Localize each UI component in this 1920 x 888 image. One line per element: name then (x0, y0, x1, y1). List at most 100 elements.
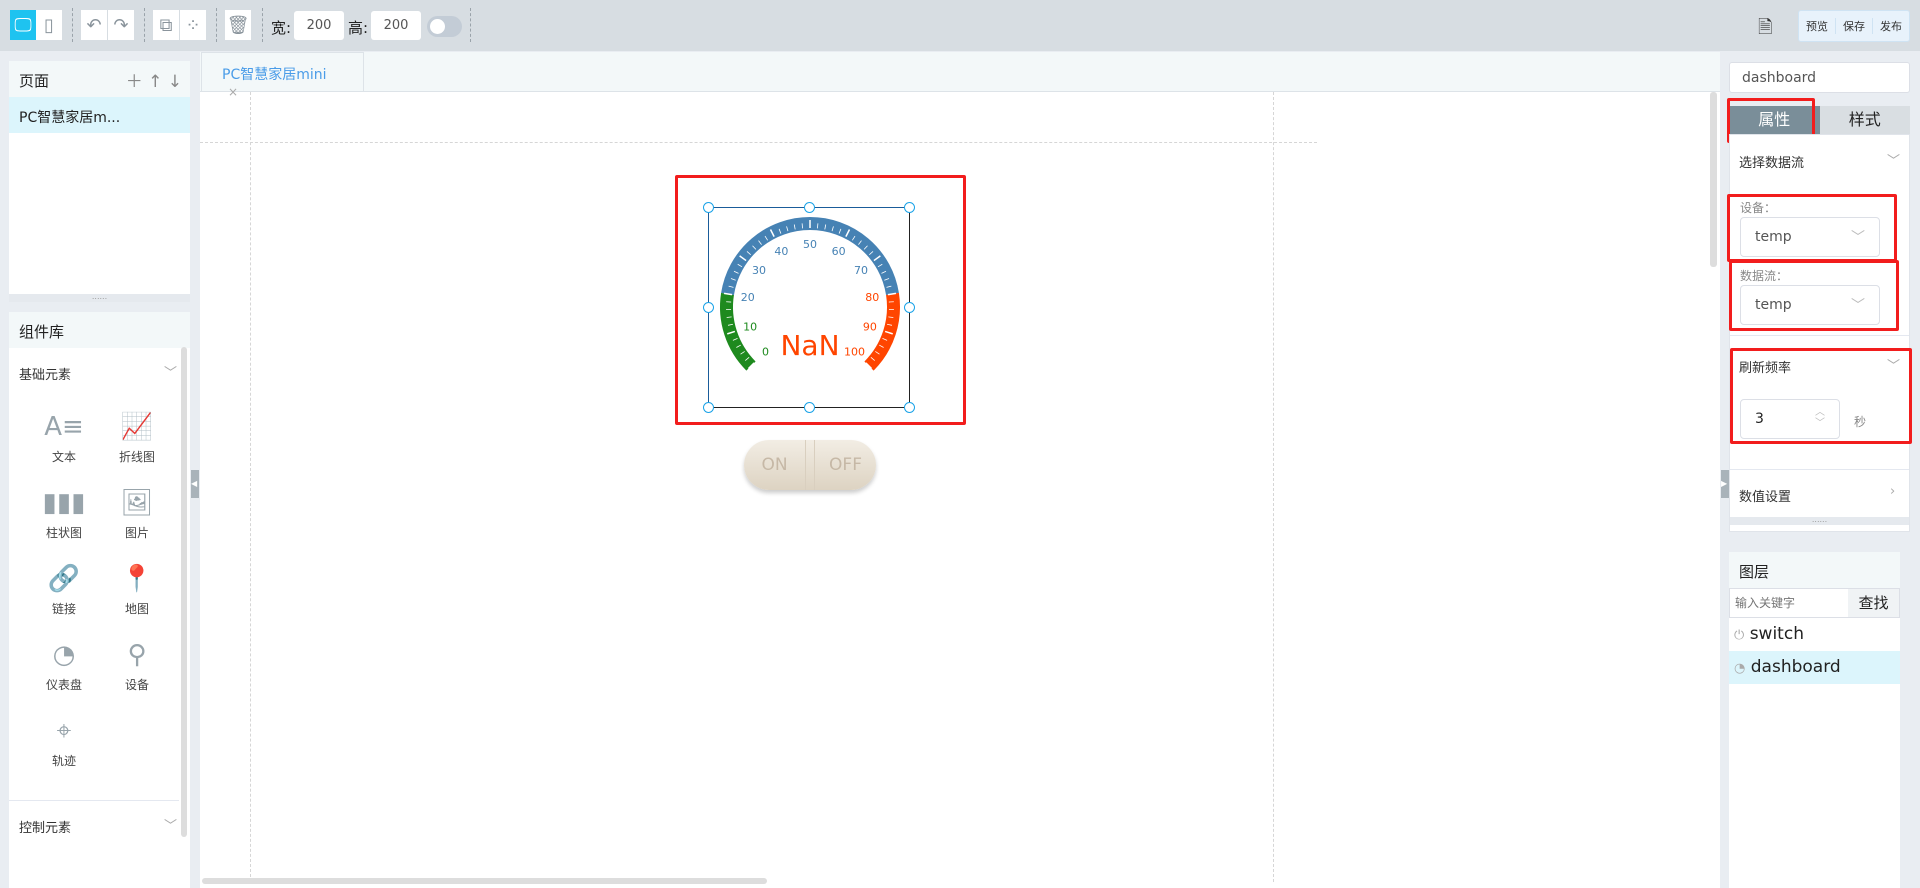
layer-item-switch[interactable]: ⏻ switch (1729, 618, 1900, 651)
dashboard-widget[interactable]: 0 10 20 30 40 50 60 70 80 90 100 NaN (708, 207, 910, 408)
library-item[interactable]: 📍 地图 (97, 564, 177, 617)
library-item-label: 折线图 (118, 450, 155, 464)
height-label: 高: (348, 19, 369, 37)
library-item[interactable]: ◔ 仪表盘 (24, 640, 104, 693)
control-elements-header[interactable]: 控制元素 (19, 817, 71, 836)
resize-handle[interactable]: ...... (1730, 516, 1909, 525)
width-input[interactable]: 200 (294, 11, 344, 40)
move-up-icon[interactable]: ↑ (148, 72, 162, 92)
switch-on-label: ON (761, 455, 788, 475)
tab-style[interactable]: 样式 (1819, 106, 1910, 134)
gauge-icon: ◔ (1734, 661, 1746, 676)
library-item-label: 图片 (124, 526, 149, 540)
chevron-down-icon: ﹀ (1887, 154, 1901, 169)
layer-item-dashboard[interactable]: ◔ dashboard (1729, 651, 1900, 684)
switch-widget[interactable]: ON OFF (744, 440, 876, 490)
trash-icon: 🗑 (226, 14, 250, 36)
library-title: 组件库 (9, 312, 190, 348)
library-item-label: 链接 (51, 602, 76, 616)
gauge-tick-label: 80 (865, 291, 879, 304)
canvas-hscrollbar[interactable] (202, 878, 767, 884)
toggle-switch[interactable] (427, 16, 462, 37)
device-icon: ⚲ (127, 640, 147, 670)
add-page-icon[interactable]: ＋ (126, 72, 143, 92)
copy-button[interactable]: ⧉ (153, 10, 179, 40)
library-item[interactable]: ▮▮▮ 柱状图 (24, 488, 104, 541)
switch-off-label: OFF (829, 455, 862, 475)
page-item[interactable]: PC智慧家居m... (9, 97, 190, 133)
layers-title: 图层 (1729, 552, 1900, 588)
component-name-input[interactable]: dashboard (1729, 62, 1910, 93)
track-icon: ⌖ (56, 716, 72, 746)
library-item[interactable]: 📈 折线图 (97, 412, 177, 465)
publish-button[interactable]: 发布 (1872, 18, 1909, 34)
gauge-tick-label: 90 (863, 320, 877, 333)
library-scrollbar[interactable] (181, 347, 187, 837)
gauge-tick-label: 10 (743, 320, 757, 333)
library-item-label: 柱状图 (45, 526, 82, 540)
chevron-down-icon: ﹀ (164, 819, 178, 834)
search-button[interactable]: 查找 (1848, 589, 1899, 617)
layer-search-input[interactable] (1730, 589, 1848, 617)
width-label: 宽: (271, 19, 292, 37)
bar-chart-icon: ▮▮▮ (42, 488, 86, 518)
gauge-icon: ◔ (52, 640, 76, 670)
chevron-down-icon: ﹀ (164, 366, 178, 381)
tab-page[interactable]: PC智慧家居mini × (201, 52, 364, 99)
group-button[interactable]: ⁘ (180, 10, 206, 40)
library-item[interactable]: ⚲ 设备 (97, 640, 177, 693)
save-button[interactable]: 保存 (1835, 18, 1872, 34)
gauge-tick-label: 100 (844, 346, 865, 359)
library-item[interactable]: ⌖ 轨迹 (24, 716, 104, 769)
library-item[interactable]: 🖼 图片 (97, 488, 177, 541)
gauge-tick-label: 20 (741, 291, 755, 304)
preview-button[interactable]: 预览 (1799, 18, 1835, 34)
copy-icon: ⧉ (159, 14, 173, 36)
library-item[interactable]: 🔗 链接 (24, 564, 104, 617)
value-settings-header[interactable]: 数值设置 (1739, 486, 1791, 505)
link-icon: 🔗 (47, 564, 81, 594)
basic-elements-header[interactable]: 基础元素 (19, 364, 71, 383)
monitor-icon: 🖵 (14, 14, 32, 36)
layers-panel: 图层 查找 ⏻ switch ◔ dashboard (1729, 552, 1900, 888)
delete-button[interactable]: 🗑 (225, 10, 251, 40)
gauge-tick-label: 40 (774, 245, 788, 258)
library-item-label: 轨迹 (51, 754, 76, 768)
chevron-right-icon: › (1890, 484, 1896, 499)
library-item-label: 设备 (124, 678, 149, 692)
line-chart-icon: 📈 (120, 412, 154, 442)
redo-button[interactable]: ↷ (108, 10, 134, 40)
redo-icon: ↷ (113, 14, 129, 36)
desktop-view-button[interactable]: 🖵 (10, 10, 36, 40)
resize-handle[interactable]: ...... (9, 293, 190, 302)
image-icon: 🖼 (120, 488, 154, 518)
undo-button[interactable]: ↶ (81, 10, 107, 40)
pages-panel: 页面 ＋ ↑ ↓ PC智慧家居m... ...... (9, 61, 190, 302)
library-item-label: 文本 (51, 450, 76, 464)
collapse-right-button[interactable]: ▶ (1721, 470, 1729, 498)
select-stream-header[interactable]: 选择数据流 (1739, 152, 1804, 171)
phone-icon: ▯ (44, 14, 54, 36)
map-pin-icon: 📍 (120, 564, 154, 594)
gauge-range-band (721, 217, 899, 296)
gauge-value: NaN (780, 329, 839, 362)
collapse-left-button[interactable]: ◀ (191, 470, 199, 498)
library-item-label: 地图 (124, 602, 149, 616)
height-input[interactable]: 200 (371, 11, 421, 40)
library-item-label: 仪表盘 (45, 678, 82, 692)
gauge-tick-label: 0 (762, 346, 769, 359)
gauge-tick-label: 60 (832, 245, 846, 258)
gauge: 0 10 20 30 40 50 60 70 80 90 100 NaN (720, 217, 900, 371)
gauge-tick-label: 70 (854, 264, 868, 277)
move-down-icon[interactable]: ↓ (168, 72, 182, 92)
canvas-vscrollbar[interactable] (1710, 92, 1717, 267)
document-icon[interactable]: 🗎 (1758, 15, 1772, 45)
component-library: 组件库 基础元素 ﹀ A≡ 文本 📈 折线图 ▮▮▮ 柱状图 🖼 图片 🔗 链接 📍 地图 ◔ 仪表盘 ⚲ 设… (9, 312, 190, 888)
gauge-tick-label: 50 (803, 238, 817, 251)
undo-icon: ↶ (86, 14, 102, 36)
close-tab-icon[interactable]: × (228, 85, 238, 99)
library-item[interactable]: A≡ 文本 (24, 412, 104, 465)
mobile-view-button[interactable]: ▯ (36, 10, 62, 40)
toolbar: 🖵 ▯ ↶ ↷ ⧉ ⁘ 🗑 宽: 200 高: 200 🗎 预览 保存 发布 (0, 0, 1920, 51)
pages-title: 页面 (19, 72, 50, 90)
